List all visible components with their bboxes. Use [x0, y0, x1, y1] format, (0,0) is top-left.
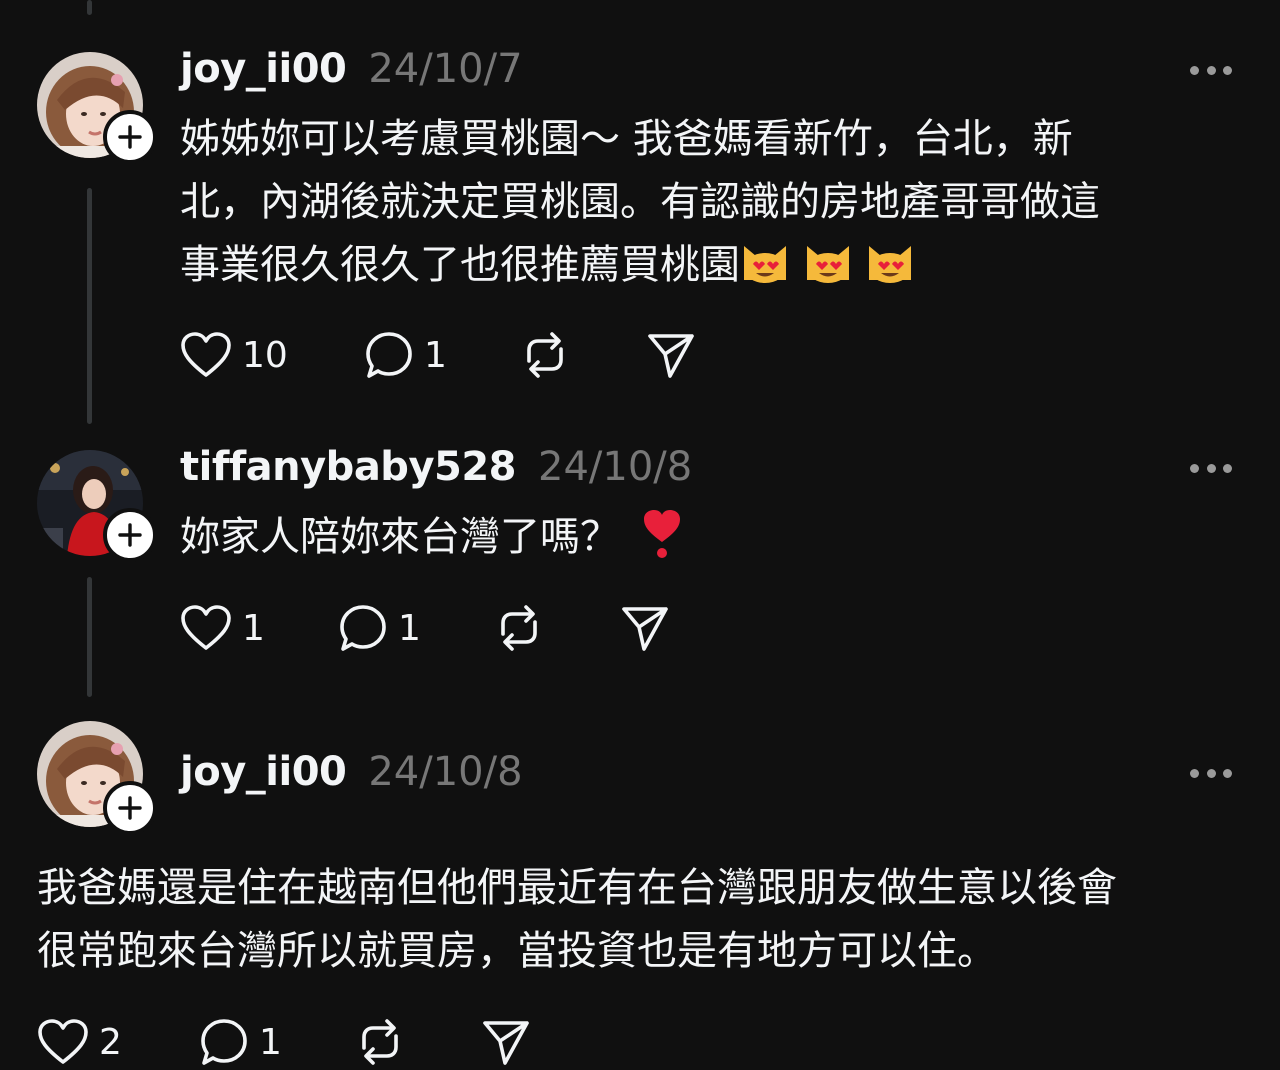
share-icon [648, 334, 694, 378]
reply-post: joy_ii00 24/10/7 姊姊妳可以考慮買桃園～ 我爸媽看新竹，台北，新… [0, 0, 1280, 430]
post-text-content: 姊姊妳可以考慮買桃園～ 我爸媽看新竹，台北，新 北，內湖後就決定買桃園。有認識的… [180, 116, 1100, 288]
repost-icon [527, 332, 563, 378]
reply-post: joy_ii00 24/10/8 我爸媽還是住在越南但他們最近有在台灣跟朋友做生… [0, 715, 1280, 1070]
username[interactable]: joy_ii00 [180, 46, 347, 92]
action-bar: 1 1 [180, 603, 740, 653]
like-count: 1 [242, 607, 265, 649]
share-icon [622, 607, 668, 651]
follow-button[interactable] [103, 781, 157, 835]
repost-icon [501, 605, 537, 651]
reply-count: 1 [424, 334, 447, 376]
heart-icon [181, 332, 231, 377]
heart-icon [181, 605, 231, 650]
like-button[interactable]: 1 [180, 603, 265, 653]
share-button[interactable] [620, 603, 670, 653]
action-bar: 10 1 [180, 330, 740, 380]
follow-plus-icon [118, 523, 142, 547]
more-icon[interactable] [1190, 462, 1232, 474]
reply-button[interactable]: 1 [338, 603, 421, 653]
repost-button[interactable] [355, 1017, 405, 1067]
username[interactable]: joy_ii00 [180, 749, 347, 795]
share-button[interactable] [481, 1017, 531, 1067]
follow-button[interactable] [103, 110, 157, 164]
like-button[interactable]: 10 [180, 330, 288, 380]
post-header: tiffanybaby528 24/10/8 [180, 444, 692, 490]
like-button[interactable]: 2 [37, 1017, 122, 1067]
follow-plus-icon [118, 796, 142, 820]
post-text: 我爸媽還是住在越南但他們最近有在台灣跟朋友做生意以後會 很常跑來台灣所以就買房，… [37, 857, 1257, 983]
repost-icon [362, 1019, 398, 1065]
post-text: 姊姊妳可以考慮買桃園～ 我爸媽看新竹，台北，新 北，內湖後就決定買桃園。有認識的… [180, 108, 1240, 297]
comment-icon [366, 332, 412, 378]
post-text-content: 妳家人陪妳來台灣了嗎？ [180, 514, 620, 560]
more-icon[interactable] [1190, 767, 1232, 779]
follow-plus-icon [118, 125, 142, 149]
reply-button[interactable]: 1 [364, 330, 447, 380]
timestamp[interactable]: 24/10/7 [368, 46, 522, 92]
post-header: joy_ii00 24/10/7 [180, 46, 523, 92]
like-count: 2 [99, 1021, 122, 1063]
smiling-cat-heart-eyes-icon [806, 246, 849, 283]
reply-count: 1 [398, 607, 421, 649]
more-icon[interactable] [1190, 64, 1232, 76]
like-count: 10 [242, 334, 288, 376]
repost-button[interactable] [520, 330, 570, 380]
action-bar: 2 1 [37, 1017, 597, 1067]
timestamp[interactable]: 24/10/8 [538, 444, 692, 490]
timestamp[interactable]: 24/10/8 [368, 749, 522, 795]
smiling-cat-heart-eyes-icon [744, 246, 786, 283]
post-header: joy_ii00 24/10/8 [180, 749, 523, 795]
share-button[interactable] [646, 330, 696, 380]
reply-count: 1 [259, 1021, 282, 1063]
reply-post: tiffanybaby528 24/10/8 妳家人陪妳來台灣了嗎？ 1 1 [0, 440, 1280, 700]
repost-button[interactable] [494, 603, 544, 653]
post-text: 妳家人陪妳來台灣了嗎？ [180, 506, 1240, 569]
heart-icon [38, 1019, 88, 1064]
username[interactable]: tiffanybaby528 [180, 444, 517, 490]
heart-exclamation-icon [644, 510, 680, 558]
follow-button[interactable] [103, 508, 157, 562]
comment-icon [201, 1019, 247, 1065]
emoji-group [740, 242, 915, 288]
smiling-cat-heart-eyes-icon [869, 246, 912, 283]
post-text-content: 我爸媽還是住在越南但他們最近有在台灣跟朋友做生意以後會 很常跑來台灣所以就買房，… [37, 865, 1117, 974]
reply-button[interactable]: 1 [199, 1017, 282, 1067]
comment-icon [340, 605, 386, 651]
share-icon [483, 1021, 529, 1065]
